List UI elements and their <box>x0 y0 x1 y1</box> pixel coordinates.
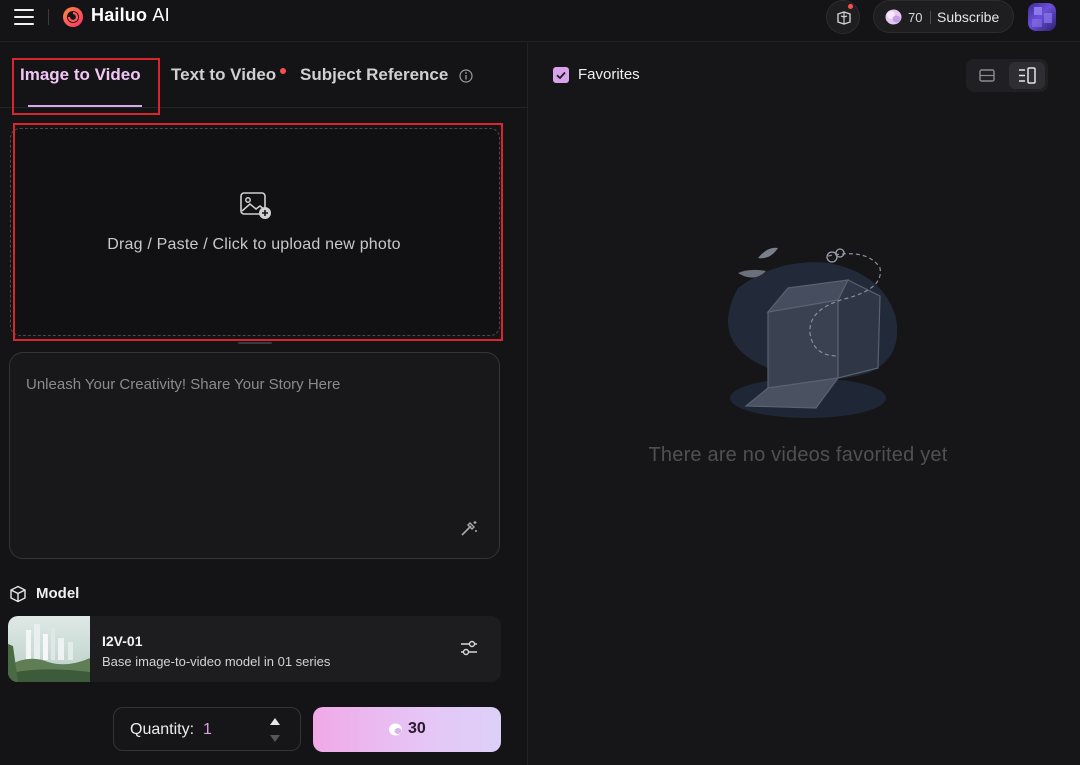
mode-tabs: Image to Video Text to Video Subject Ref… <box>0 43 527 115</box>
check-icon <box>556 71 566 80</box>
user-avatar[interactable] <box>1028 3 1056 31</box>
credits-gem-icon <box>885 9 902 25</box>
credits-pill[interactable]: 70 Subscribe <box>873 0 1014 33</box>
credits-separator <box>930 11 931 24</box>
generate-button[interactable]: 30 <box>313 707 501 752</box>
book-icon <box>837 11 851 25</box>
resize-handle[interactable] <box>238 342 272 344</box>
empty-box-illustration <box>728 247 898 418</box>
view-toggle <box>966 59 1048 92</box>
header-divider <box>48 9 49 25</box>
quantity-label: Quantity: <box>130 721 195 738</box>
brand-name[interactable]: Hailuo AI <box>91 5 170 26</box>
prompt-input[interactable]: Unleash Your Creativity! Share Your Stor… <box>9 352 500 559</box>
favorites-checkbox[interactable] <box>553 67 569 83</box>
subscribe-button[interactable]: Subscribe <box>937 9 999 25</box>
model-section-label: Model <box>36 585 80 602</box>
favorites-panel: Favorites There are no videos favorited … <box>527 43 1080 765</box>
upload-highlight-box <box>13 123 503 341</box>
quantity-decrease-icon[interactable] <box>270 735 280 742</box>
model-description: Base image-to-video model in 01 series <box>102 654 331 669</box>
brand-name-suffix: AI <box>152 5 170 25</box>
hailuo-logo-icon[interactable] <box>62 6 84 28</box>
tab-subject-reference[interactable]: Subject Reference <box>300 65 448 85</box>
tab-highlight-box <box>12 58 160 115</box>
tab-text-to-video[interactable]: Text to Video <box>171 65 276 85</box>
generate-cost: 30 <box>408 720 426 737</box>
magic-wand-icon[interactable] <box>459 519 478 538</box>
top-bar: Hailuo AI 70 Subscribe <box>0 0 1080 42</box>
model-name: I2V-01 <box>102 633 143 649</box>
info-icon[interactable] <box>459 69 473 83</box>
guide-button[interactable] <box>826 0 860 34</box>
view-single-button[interactable] <box>969 62 1005 89</box>
prompt-placeholder: Unleash Your Creativity! Share Your Stor… <box>26 376 341 393</box>
menu-icon[interactable] <box>14 9 34 25</box>
list-view-icon <box>1019 67 1036 84</box>
model-thumbnail <box>8 616 90 682</box>
notification-dot <box>848 4 853 9</box>
quantity-stepper[interactable]: Quantity: 1 <box>113 707 301 751</box>
credits-gem-icon <box>389 723 402 736</box>
credits-count: 70 <box>908 10 923 25</box>
quantity-value: 1 <box>203 721 212 738</box>
creation-panel: Image to Video Text to Video Subject Ref… <box>0 43 527 765</box>
model-selector[interactable]: I2V-01 Base image-to-video model in 01 s… <box>8 616 501 682</box>
favorites-label: Favorites <box>578 66 640 83</box>
new-badge-dot <box>280 68 286 74</box>
single-view-icon <box>979 69 995 82</box>
view-list-button[interactable] <box>1009 62 1045 89</box>
quantity-increase-icon[interactable] <box>270 718 280 725</box>
brand-name-main: Hailuo <box>91 5 148 25</box>
sliders-icon[interactable] <box>459 638 479 658</box>
cube-icon <box>10 585 26 603</box>
empty-state-message: There are no videos favorited yet <box>648 444 948 466</box>
